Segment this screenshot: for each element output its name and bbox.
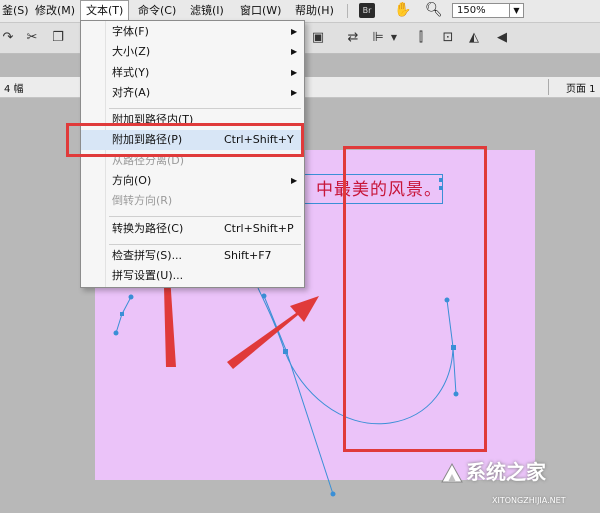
submenu-arrow-icon: ▶ <box>291 27 298 36</box>
submenu-arrow-icon: ▶ <box>291 47 298 56</box>
anchor-point <box>261 293 267 299</box>
menu-item-shortcut: Shift+F7 <box>224 249 272 262</box>
menu-item-label: 对齐(A) <box>112 86 151 99</box>
anchor-point <box>120 312 124 316</box>
menu-separator <box>109 216 301 217</box>
watermark-logo-text: 系统之家 <box>466 460 546 484</box>
anchor-point <box>113 330 119 336</box>
menu-item-label: 拼写设置(U)... <box>112 269 184 282</box>
menu-item-label: 检查拼写(S)... <box>112 249 183 262</box>
menu-item-label: 方向(O) <box>112 174 152 187</box>
menu-item-label: 转换为路径(C) <box>112 222 184 235</box>
anchor-point <box>283 349 288 354</box>
annotation-arrow-right <box>227 296 319 369</box>
menu-item-font[interactable]: 字体(F) ▶ <box>81 22 304 42</box>
submenu-arrow-icon: ▶ <box>291 176 298 185</box>
menu-item-convert-to-paths[interactable]: 转换为路径(C) Ctrl+Shift+P <box>81 219 304 239</box>
submenu-arrow-icon: ▶ <box>291 68 298 77</box>
menu-item-label: 字体(F) <box>112 25 149 38</box>
menu-item-orientation[interactable]: 方向(O) ▶ <box>81 171 304 191</box>
annotation-highlight-box <box>66 123 304 157</box>
anchor-point <box>128 294 134 300</box>
menu-item-label: 倒转方向(R) <box>112 194 173 207</box>
menu-separator <box>109 108 301 109</box>
menu-item-size[interactable]: 大小(Z) ▶ <box>81 42 304 62</box>
menu-item-style[interactable]: 样式(Y) ▶ <box>81 63 304 83</box>
menu-item-reverse-direction[interactable]: 倒转方向(R) <box>81 191 304 211</box>
submenu-arrow-icon: ▶ <box>291 88 298 97</box>
watermark-url: XITONGZHIJIA.NET <box>492 496 566 505</box>
menu-separator <box>109 244 301 245</box>
menu-item-label: 样式(Y) <box>112 66 150 79</box>
annotation-rectangle <box>343 146 487 452</box>
menu-item-shortcut: Ctrl+Shift+P <box>224 222 294 235</box>
tangent-line <box>263 295 334 495</box>
menu-item-align[interactable]: 对齐(A) ▶ <box>81 83 304 103</box>
menu-item-label: 大小(Z) <box>112 45 151 58</box>
menu-item-check-spelling[interactable]: 检查拼写(S)... Shift+F7 <box>81 246 304 266</box>
anchor-point <box>330 491 336 497</box>
menu-item-spelling-setup[interactable]: 拼写设置(U)... <box>81 266 304 286</box>
watermark-logo-icon <box>441 462 463 483</box>
